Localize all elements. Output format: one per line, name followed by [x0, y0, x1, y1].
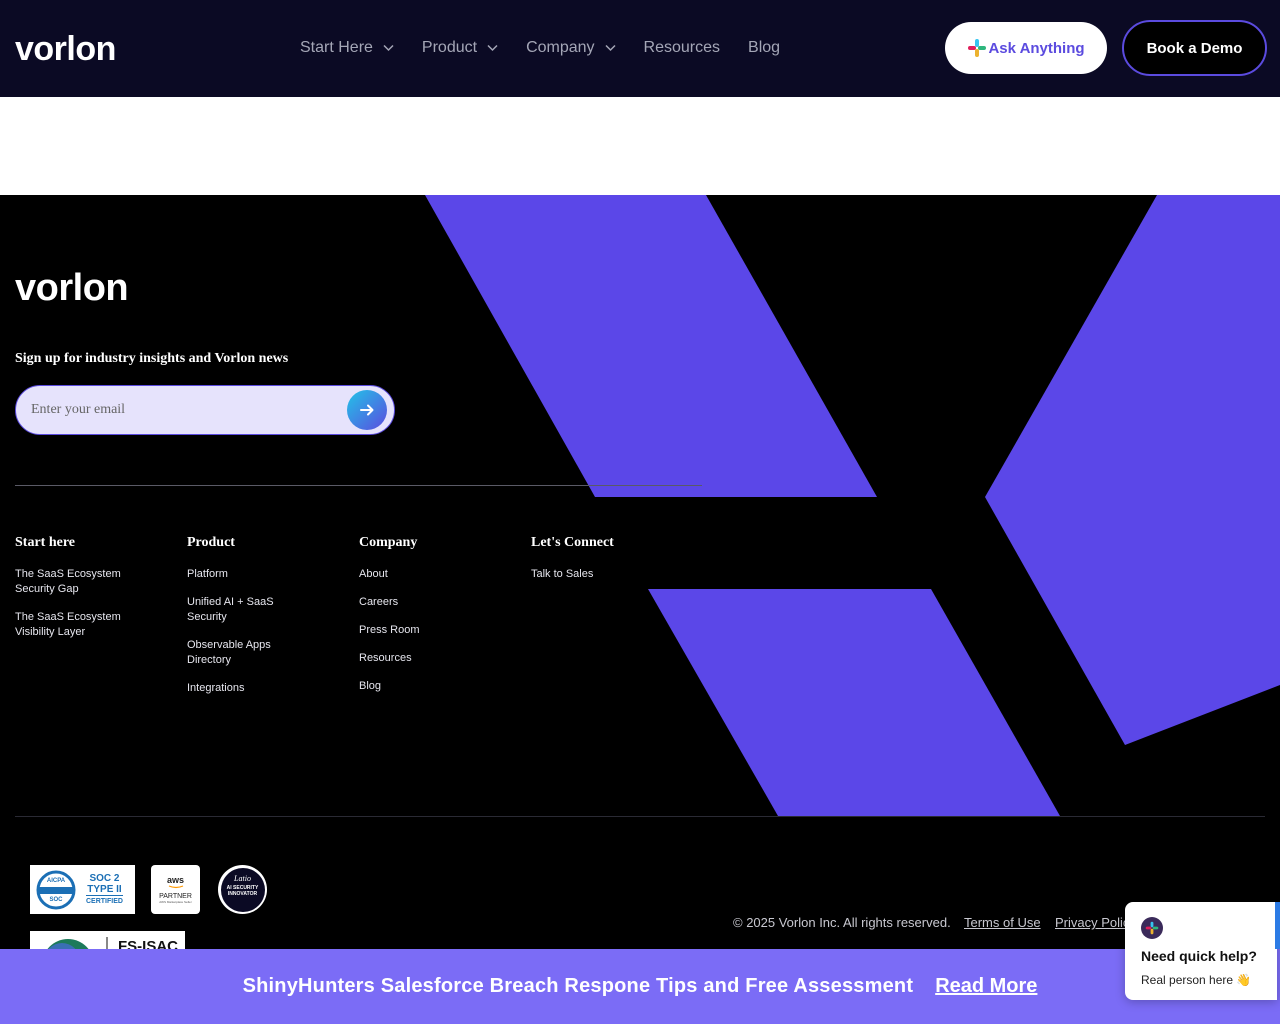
- chat-widget[interactable]: Need quick help? Real person here 👋: [1125, 902, 1277, 1000]
- latio-brand: Latio: [234, 873, 251, 883]
- chevron-down-icon: [383, 44, 394, 52]
- footer-link[interactable]: Press Room: [359, 623, 509, 638]
- main-nav: Start Here Product Company Resources Blo…: [300, 38, 808, 58]
- footer-bottom-divider: [15, 816, 1265, 817]
- banner-text: ShinyHunters Salesforce Breach Respone T…: [242, 975, 914, 997]
- footer-link[interactable]: Observable Apps Directory: [187, 638, 297, 668]
- aws-logo: aws: [166, 874, 184, 885]
- chat-subtitle: Real person here 👋: [1141, 973, 1252, 987]
- site-header: vorlon Start Here Product Company Resour…: [0, 0, 1280, 97]
- soc2-line1: SOC 2: [89, 872, 120, 884]
- slack-icon: [1141, 917, 1163, 939]
- site-footer: vorlon Sign up for industry insights and…: [0, 195, 1280, 1024]
- header-logo[interactable]: vorlon: [15, 30, 116, 68]
- column-heading: Product: [187, 535, 235, 550]
- nav-item-resources[interactable]: Resources: [644, 38, 720, 58]
- chat-title: Need quick help?: [1141, 948, 1257, 964]
- aws-partner-text: PARTNER: [159, 892, 192, 900]
- aws-marketplace-text: AWS Marketplace Seller: [159, 899, 192, 904]
- footer-column-product: Product Platform Unified AI + SaaS Secur…: [187, 535, 337, 709]
- footer-logo[interactable]: vorlon: [15, 267, 129, 309]
- book-demo-button[interactable]: Book a Demo: [1122, 20, 1267, 76]
- column-heading: Start here: [15, 535, 75, 550]
- footer-divider: [15, 485, 702, 486]
- chevron-down-icon: [487, 44, 498, 52]
- footer-column-connect: Let's Connect Talk to Sales: [531, 535, 681, 595]
- column-heading: Company: [359, 535, 418, 550]
- submit-email-button[interactable]: [347, 390, 387, 430]
- nav-item-start-here[interactable]: Start Here: [300, 38, 394, 58]
- slack-icon: [968, 39, 987, 57]
- aicpa-seal-icon: AICPA SOC: [36, 870, 76, 909]
- soc2-badge: AICPA SOC SOC 2 TYPE II CERTIFIED: [30, 865, 135, 914]
- latio-badge-inner: Latio AI SECURITY INNOVATOR: [220, 867, 265, 912]
- footer-link[interactable]: The SaaS Ecosystem Security Gap: [15, 567, 140, 597]
- footer-link[interactable]: Platform: [187, 567, 337, 582]
- terms-link[interactable]: Terms of Use: [964, 915, 1041, 931]
- nav-item-company[interactable]: Company: [526, 38, 616, 58]
- soc-seal-text: SOC: [49, 897, 63, 903]
- chevron-down-icon: [605, 44, 616, 52]
- nav-label: Start Here: [300, 39, 373, 56]
- privacy-link[interactable]: Privacy Polic: [1055, 915, 1129, 931]
- footer-link[interactable]: Blog: [359, 679, 509, 694]
- latio-innovator-badge: Latio AI SECURITY INNOVATOR: [218, 865, 267, 914]
- footer-link[interactable]: Resources: [359, 651, 509, 666]
- footer-link[interactable]: Unified AI + SaaS Security: [187, 595, 297, 625]
- read-more-link[interactable]: Read More: [935, 975, 1037, 998]
- ask-anything-button[interactable]: Ask Anything: [945, 22, 1107, 74]
- latio-line1: AI SECURITY: [226, 884, 259, 891]
- ask-anything-label: Ask Anything: [988, 39, 1085, 57]
- arrow-right-icon: [360, 404, 374, 416]
- email-input[interactable]: [31, 386, 351, 434]
- footer-link[interactable]: The SaaS Ecosystem Visibility Layer: [15, 610, 140, 640]
- column-heading: Let's Connect: [531, 535, 614, 550]
- latio-line2: INNOVATOR: [227, 890, 258, 897]
- footer-column-start-here: Start here The SaaS Ecosystem Security G…: [15, 535, 165, 653]
- nav-label: Product: [421, 39, 478, 56]
- newsletter-form: [15, 385, 395, 435]
- chat-edge-accent: [1275, 902, 1280, 949]
- book-demo-label: Book a Demo: [1146, 39, 1243, 57]
- aws-smile-icon: [168, 884, 183, 888]
- copyright-text: © 2025 Vorlon Inc. All rights reserved.: [733, 915, 951, 930]
- aicpa-text: AICPA: [47, 878, 66, 884]
- footer-link[interactable]: Careers: [359, 595, 509, 610]
- footer-column-company: Company About Careers Press Room Resourc…: [359, 535, 509, 707]
- signup-heading: Sign up for industry insights and Vorlon…: [15, 351, 289, 366]
- soc2-line2: TYPE II: [87, 883, 122, 895]
- nav-label: Blog: [748, 39, 781, 56]
- nav-label: Company: [526, 39, 595, 56]
- footer-link[interactable]: Talk to Sales: [531, 567, 681, 582]
- nav-item-blog[interactable]: Blog: [748, 38, 780, 58]
- soc2-text: SOC 2 TYPE II CERTIFIED: [86, 873, 123, 907]
- nav-item-product[interactable]: Product: [422, 38, 498, 58]
- announcement-banner: ShinyHunters Salesforce Breach Respone T…: [0, 949, 1280, 1024]
- aws-partner-badge: aws PARTNER AWS Marketplace Seller: [151, 865, 200, 914]
- footer-link[interactable]: About: [359, 567, 509, 582]
- nav-label: Resources: [643, 39, 721, 56]
- soc2-line3: CERTIFIED: [86, 894, 123, 907]
- footer-link[interactable]: Integrations: [187, 681, 337, 696]
